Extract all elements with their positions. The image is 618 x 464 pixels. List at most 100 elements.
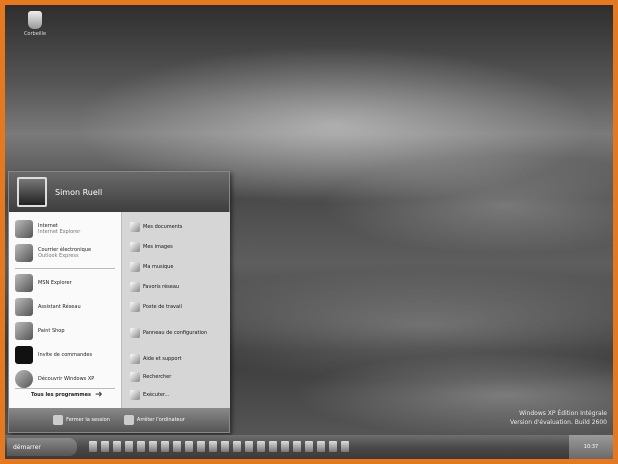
start-link-label: Mes images <box>143 244 173 250</box>
quick-launch-icon[interactable] <box>101 441 109 452</box>
start-item-label: Invite de commandes <box>38 352 93 358</box>
start-link-network-places[interactable]: Favoris réseau <box>130 282 179 292</box>
quick-launch-icon[interactable] <box>281 441 289 452</box>
arrow-right-icon: ➜ <box>94 390 103 400</box>
start-menu-left-pane: Internet Internet Explorer Courrier élect… <box>9 212 121 408</box>
all-programs-button[interactable]: Tous les programmes ➜ <box>31 390 103 400</box>
start-link-label: Mes documents <box>143 224 183 230</box>
start-link-label: Exécuter... <box>143 392 170 398</box>
watermark-line-1: Windows XP Édition Intégrale <box>519 410 607 417</box>
start-item-label: Assistant Réseau <box>38 304 81 310</box>
computer-icon <box>130 302 140 312</box>
start-link-run[interactable]: Exécuter... <box>130 390 169 400</box>
quick-launch-icon[interactable] <box>269 441 277 452</box>
start-button[interactable]: démarrer <box>7 438 77 456</box>
quick-launch-icon[interactable] <box>257 441 265 452</box>
start-menu-body: Internet Internet Explorer Courrier élect… <box>9 212 230 408</box>
avatar[interactable] <box>17 177 47 207</box>
start-menu-header: Simon Ruell <box>9 172 229 212</box>
help-icon <box>130 354 140 364</box>
quick-launch-icon[interactable] <box>149 441 157 452</box>
start-item-network-assistant[interactable]: Assistant Réseau <box>15 298 81 316</box>
recycle-bin-icon <box>28 11 42 29</box>
system-tray: 10:37 <box>569 435 613 459</box>
folder-icon <box>130 222 140 232</box>
shutdown-button[interactable]: Arrêter l'ordinateur <box>123 415 185 425</box>
watermark-line-2: Version d'évaluation. Build 2600 <box>509 419 607 426</box>
start-button-label: démarrer <box>13 443 41 451</box>
start-link-label: Poste de travail <box>143 304 182 310</box>
start-link-label: Ma musique <box>143 264 174 270</box>
paint-icon <box>15 322 33 340</box>
mail-icon <box>15 244 33 262</box>
shutdown-label: Arrêter l'ordinateur <box>136 417 185 423</box>
quick-launch-icon[interactable] <box>113 441 121 452</box>
start-item-label: MSN Explorer <box>38 280 72 286</box>
start-item-label: Découvrir Windows XP <box>38 376 95 382</box>
quick-launch-icon[interactable] <box>233 441 241 452</box>
start-item-cmd[interactable]: Invite de commandes <box>15 346 92 364</box>
divider <box>15 388 115 389</box>
quick-launch-icon[interactable] <box>161 441 169 452</box>
start-link-search[interactable]: Rechercher <box>130 372 171 382</box>
folder-icon <box>130 242 140 252</box>
quick-launch <box>89 441 349 452</box>
start-link-my-computer[interactable]: Poste de travail <box>130 302 182 312</box>
start-menu-footer: Fermer la session Arrêter l'ordinateur <box>9 408 229 432</box>
start-item-tour[interactable]: Découvrir Windows XP <box>15 370 94 388</box>
quick-launch-icon[interactable] <box>173 441 181 452</box>
desktop-watermark: Windows XP Édition Intégrale Version d'é… <box>510 409 607 427</box>
quick-launch-icon[interactable] <box>137 441 145 452</box>
user-name: Simon Ruell <box>55 187 103 197</box>
run-icon <box>130 390 140 400</box>
start-item-sublabel: Outlook Express <box>38 253 79 259</box>
start-item-email[interactable]: Courrier électronique Outlook Express <box>15 244 91 262</box>
ie-icon <box>15 220 33 238</box>
tour-icon <box>15 370 33 388</box>
desktop-icon-label: Corbeille <box>23 31 47 37</box>
start-link-control-panel[interactable]: Panneau de configuration <box>130 328 207 338</box>
desktop-icon-recycle-bin[interactable]: Corbeille <box>21 11 49 37</box>
start-item-msn[interactable]: MSN Explorer <box>15 274 72 292</box>
quick-launch-icon[interactable] <box>197 441 205 452</box>
control-panel-icon <box>130 328 140 338</box>
start-item-label: Paint Shop <box>38 328 65 334</box>
start-link-label: Panneau de configuration <box>143 330 208 336</box>
cmd-icon <box>15 346 33 364</box>
quick-launch-icon[interactable] <box>341 441 349 452</box>
quick-launch-icon[interactable] <box>245 441 253 452</box>
taskbar: démarrer 10:37 <box>5 435 613 459</box>
quick-launch-icon[interactable] <box>221 441 229 452</box>
network-places-icon <box>130 282 140 292</box>
start-link-label: Favoris réseau <box>143 284 180 290</box>
logoff-button[interactable]: Fermer la session <box>53 415 110 425</box>
logoff-label: Fermer la session <box>66 417 110 423</box>
screen-frame: Corbeille Windows XP Édition Intégrale V… <box>5 5 613 459</box>
start-link-music[interactable]: Ma musique <box>130 262 173 272</box>
quick-launch-icon[interactable] <box>185 441 193 452</box>
quick-launch-icon[interactable] <box>305 441 313 452</box>
folder-icon <box>130 262 140 272</box>
start-item-paint[interactable]: Paint Shop <box>15 322 65 340</box>
quick-launch-icon[interactable] <box>293 441 301 452</box>
start-item-sublabel: Internet Explorer <box>38 229 81 235</box>
msn-icon <box>15 274 33 292</box>
all-programs-label: Tous les programmes <box>31 392 91 398</box>
start-menu-right-pane: Mes documents Mes images Ma musique Favo… <box>121 212 230 408</box>
search-icon <box>130 372 140 382</box>
start-link-label: Aide et support <box>143 356 182 362</box>
quick-launch-icon[interactable] <box>317 441 325 452</box>
network-icon <box>15 298 33 316</box>
quick-launch-icon[interactable] <box>329 441 337 452</box>
start-item-internet[interactable]: Internet Internet Explorer <box>15 220 80 238</box>
start-link-label: Rechercher <box>143 374 172 380</box>
quick-launch-icon[interactable] <box>89 441 97 452</box>
quick-launch-icon[interactable] <box>209 441 217 452</box>
clock[interactable]: 10:37 <box>584 444 598 450</box>
quick-launch-icon[interactable] <box>125 441 133 452</box>
start-menu: Simon Ruell Internet Internet Explorer Co… <box>8 171 230 433</box>
start-link-help[interactable]: Aide et support <box>130 354 181 364</box>
divider <box>15 268 115 269</box>
start-link-pictures[interactable]: Mes images <box>130 242 173 252</box>
start-link-documents[interactable]: Mes documents <box>130 222 182 232</box>
